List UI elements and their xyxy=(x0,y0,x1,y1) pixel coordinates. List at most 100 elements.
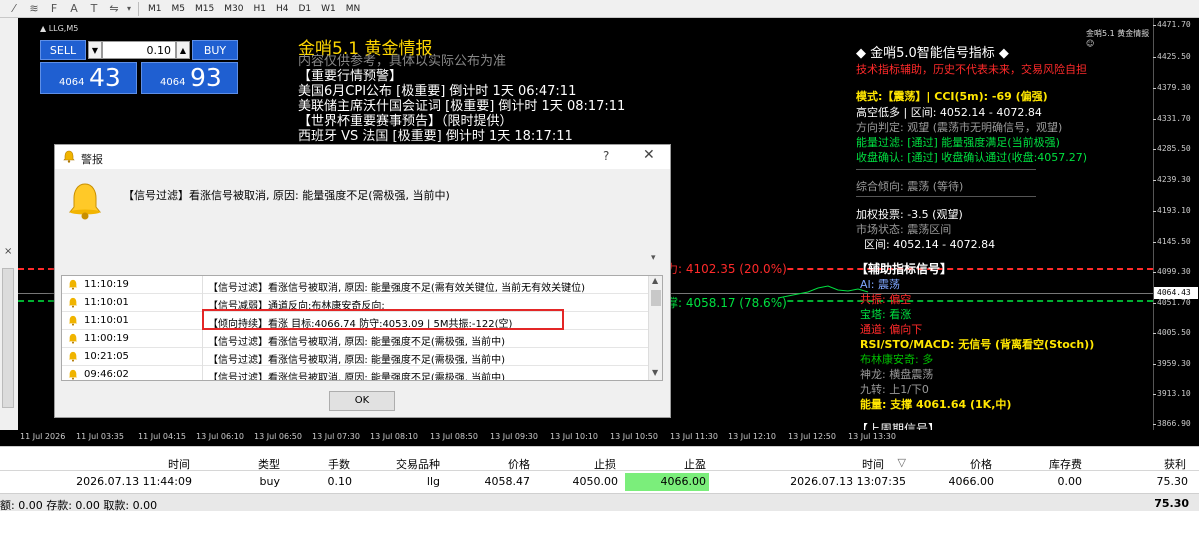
list-item[interactable]: 09:46:02 【信号过滤】看涨信号被取消, 原因: 能量强度不足(需极强, … xyxy=(62,366,648,381)
chevron-down-icon[interactable]: ▾ xyxy=(651,253,656,263)
col-lots[interactable]: 手数 xyxy=(310,456,350,472)
trading-terminal-window: ⁄ ≋ F A T ⇋ ▾ M1 M5 M15 M30 H1 H4 D1 W1 … xyxy=(0,0,1199,538)
sort-icon[interactable]: ▽ xyxy=(892,456,906,469)
indicator-rsi: RSI/STO/MACD: 无信号 (背离看空(Stoch)) xyxy=(860,338,1095,351)
price-tick: 4005.50 xyxy=(1153,328,1191,337)
list-item[interactable]: 11:00:19 【信号过滤】看涨信号被取消, 原因: 能量强度不足(需极强, … xyxy=(62,330,648,348)
one-click-trading-panel: SELL ▼ ▲ BUY 4064 43 4064 93 xyxy=(40,40,238,114)
col-close-time[interactable]: 时间 xyxy=(844,456,884,472)
alert-dialog[interactable]: 警报 ? ✕ 【信号过滤】看涨信号被取消, 原因: 能量强度不足(需极强, 当前… xyxy=(54,144,671,418)
time-tick: 11 Jul 2026 xyxy=(20,432,66,441)
balance-summary: 额: 0.00 存款: 0.00 取款: 0.00 xyxy=(0,499,158,512)
timeframe-w1[interactable]: W1 xyxy=(316,1,341,17)
alert-time: 11:10:01 xyxy=(84,297,129,308)
scrollbar-thumb[interactable] xyxy=(651,290,661,306)
timeframe-m5[interactable]: M5 xyxy=(167,1,191,17)
alert-message: 【信号过滤】看涨信号被取消, 原因: 能量强度不足(需极强, 当前中) xyxy=(123,189,450,202)
price-tick: 4331.70 xyxy=(1153,114,1191,123)
price-tick: 4379.30 xyxy=(1153,83,1191,92)
sell-button[interactable]: SELL xyxy=(40,40,86,60)
lot-decrease-button[interactable]: ▼ xyxy=(88,41,102,59)
fib-retracement-icon[interactable]: F xyxy=(44,1,64,17)
timeframe-d1[interactable]: D1 xyxy=(293,1,316,17)
time-tick: 13 Jul 08:50 xyxy=(430,432,478,441)
info-line-match: 西班牙 VS 法国 [极重要] 倒计时 1天 18:17:11 xyxy=(298,129,573,144)
current-price-marker: 4064.43 xyxy=(1154,287,1198,299)
timeframe-m1[interactable]: M1 xyxy=(143,1,167,17)
cell-close-time: 2026.07.13 13:07:35 xyxy=(790,475,906,488)
chevron-down-icon[interactable]: ▾ xyxy=(124,1,134,17)
dialog-titlebar[interactable]: 警报 ? ✕ xyxy=(55,145,670,169)
left-scrollbar[interactable] xyxy=(2,268,14,408)
price-tick: 4145.50 xyxy=(1153,237,1191,246)
ok-button[interactable]: OK xyxy=(329,391,395,411)
lot-increase-button[interactable]: ▲ xyxy=(176,41,190,59)
list-item[interactable]: 10:21:05 【信号过滤】看涨信号被取消, 原因: 能量强度不足(需极强, … xyxy=(62,348,648,366)
alert-text: 【信号过滤】看涨信号被取消, 原因: 能量强度不足(需极强, 当前中) xyxy=(208,373,506,381)
col-sl[interactable]: 止损 xyxy=(576,456,616,472)
cell-close-price: 4066.00 xyxy=(948,475,995,488)
price-tick: 4425.50 xyxy=(1153,52,1191,61)
col-type[interactable]: 类型 xyxy=(240,456,280,472)
indicator-divider-2 xyxy=(856,196,1036,197)
help-button[interactable]: ? xyxy=(603,149,609,163)
col-open-time[interactable]: 时间 xyxy=(150,456,190,472)
indicator-divider xyxy=(856,169,1036,170)
col-close-price[interactable]: 价格 xyxy=(952,456,992,472)
bell-icon xyxy=(68,369,78,380)
price-tick: 4239.30 xyxy=(1153,175,1191,184)
cell-profit: 75.30 xyxy=(1156,475,1189,488)
table-row[interactable]: 2026.07.13 11:44:09 buy 0.10 llg 4058.47… xyxy=(0,473,1199,491)
timeframe-m15[interactable]: M15 xyxy=(190,1,219,17)
column-divider xyxy=(202,330,203,348)
cell-symbol: llg xyxy=(426,475,440,488)
price-tick: 4285.50 xyxy=(1153,144,1191,153)
time-tick: 13 Jul 12:10 xyxy=(728,432,776,441)
price-tick: 3913.10 xyxy=(1153,389,1191,398)
resistance-label: 阻力: 4102.35 (20.0%) xyxy=(654,260,787,277)
col-profit[interactable]: 获利 xyxy=(1146,456,1186,472)
indicator-boll: 布林康安奇: 多 xyxy=(860,353,934,366)
brand-label: 金哨5.1 黄金情报 ☺ xyxy=(1086,29,1150,48)
dialog-close-button[interactable]: ✕ xyxy=(643,147,655,163)
time-axis[interactable]: 11 Jul 2026 11 Jul 03:35 11 Jul 04:15 13… xyxy=(0,430,1199,446)
scroll-down-icon[interactable]: ▼ xyxy=(652,368,658,377)
close-icon[interactable]: × xyxy=(4,246,12,257)
cell-type: buy xyxy=(259,475,280,488)
col-price[interactable]: 价格 xyxy=(490,456,530,472)
alert-time: 10:21:05 xyxy=(84,351,129,362)
time-tick: 13 Jul 11:30 xyxy=(670,432,718,441)
arrows-icon[interactable]: ⇋ xyxy=(104,1,124,17)
timeframe-h4[interactable]: H4 xyxy=(271,1,294,17)
lot-size-input[interactable] xyxy=(102,41,176,59)
buy-quote[interactable]: 4064 93 xyxy=(141,62,238,94)
price-tick: 3959.30 xyxy=(1153,359,1191,368)
col-tp[interactable]: 止盈 xyxy=(666,456,706,472)
indicator-aux-heading: 【辅助指标信号】 xyxy=(856,262,953,276)
sell-quote[interactable]: 4064 43 xyxy=(40,62,137,94)
price-axis[interactable]: 4471.70 4425.50 4379.30 4331.70 4285.50 … xyxy=(1153,18,1199,430)
list-scrollbar[interactable]: ▲ ▼ xyxy=(648,276,662,380)
buy-quote-pips: 93 xyxy=(190,63,222,92)
sell-quote-pips: 43 xyxy=(89,63,121,92)
list-item[interactable]: 11:10:19 【信号过滤】看涨信号被取消, 原因: 能量强度不足(需有效关键… xyxy=(62,276,648,294)
channel-icon[interactable]: ≋ xyxy=(24,1,44,17)
buy-button[interactable]: BUY xyxy=(192,40,238,60)
indicator-disclaimer: 技术指标辅助，历史不代表未来，交易风险自担 xyxy=(856,63,1087,76)
scroll-up-icon[interactable]: ▲ xyxy=(652,276,658,285)
indicator-channel: 通道: 偏向下 xyxy=(860,323,923,336)
label-icon[interactable]: T xyxy=(84,1,104,17)
price-tick: 4099.30 xyxy=(1153,267,1191,276)
time-tick: 13 Jul 10:50 xyxy=(610,432,658,441)
trade-table-header: 时间 类型 手数 交易品种 价格 止损 止盈 时间 ▽ 价格 库存费 获利 xyxy=(0,453,1199,471)
fibonacci-icon[interactable]: ⁄ xyxy=(4,1,24,17)
col-symbol[interactable]: 交易品种 xyxy=(380,456,440,472)
text-icon[interactable]: A xyxy=(64,1,84,17)
alert-text: 【信号过滤】看涨信号被取消, 原因: 能量强度不足(需极强, 当前中) xyxy=(208,355,506,366)
column-divider xyxy=(202,348,203,366)
timeframe-m30[interactable]: M30 xyxy=(219,1,248,17)
col-swap[interactable]: 库存费 xyxy=(1032,456,1082,472)
timeframe-mn[interactable]: MN xyxy=(341,1,366,17)
sell-quote-big-figure: 4064 xyxy=(59,77,85,88)
timeframe-h1[interactable]: H1 xyxy=(248,1,271,17)
